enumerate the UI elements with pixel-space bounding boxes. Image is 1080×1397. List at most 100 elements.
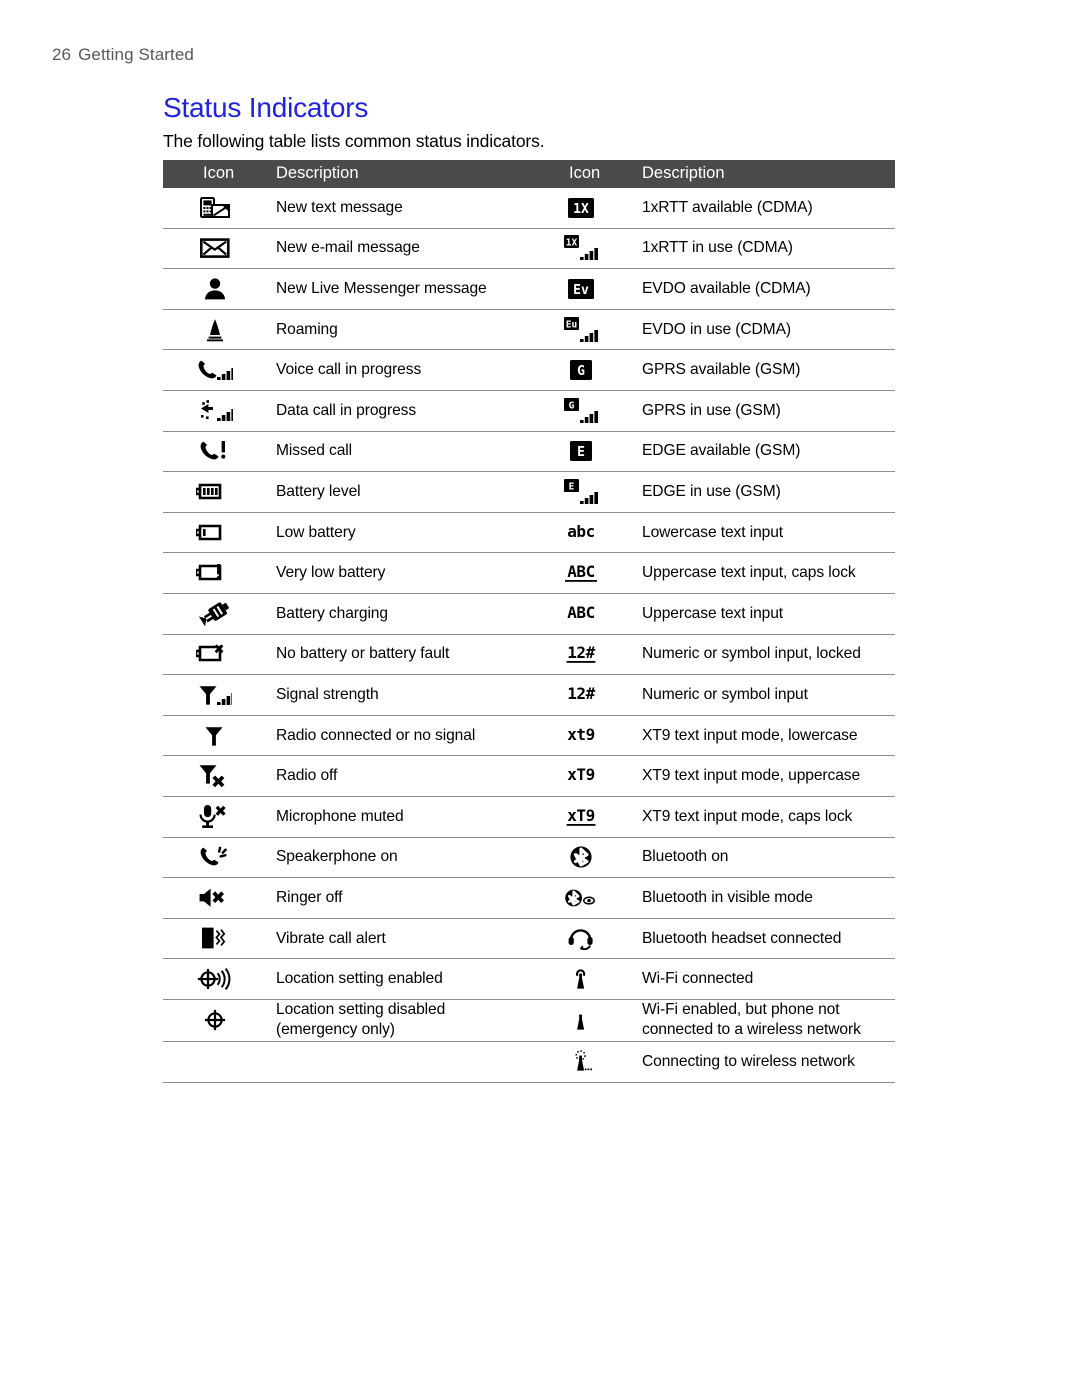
description-cell-right: 1xRTT available (CDMA) [632, 188, 895, 229]
icon-cell-right: 12# [529, 674, 632, 716]
description-cell-left: New e-mail message [266, 228, 529, 270]
icon-cell-right: G [529, 390, 632, 432]
location-enabled-icon [163, 959, 266, 999]
table-row: Missed call E EDGE available (GSM) [163, 431, 895, 473]
indicator-description: Numeric or symbol input, locked [642, 645, 861, 663]
battery-charging-icon [163, 594, 266, 634]
indicator-description: XT9 text input mode, uppercase [642, 767, 861, 785]
column-header-icon-right: Icon [529, 160, 632, 188]
data-call-in-progress-icon [163, 391, 266, 431]
bluetooth-visible-icon [529, 878, 632, 918]
microphone-muted-icon [163, 797, 266, 837]
evdo-available-icon: Ev [529, 269, 632, 309]
description-cell-left: Location setting disabled (emergency onl… [266, 999, 529, 1043]
table-row: Signal strength 12# Numeric or symbol inpu… [163, 674, 895, 716]
column-header-icon-left: Icon [163, 160, 266, 188]
icon-cell-right: xT9 [529, 755, 632, 797]
evdo-in-use-icon: Eu [529, 310, 632, 350]
bluetooth-headset-icon [529, 919, 632, 959]
icon-cell-right [529, 877, 632, 919]
running-header: 26 Getting Started [52, 45, 194, 65]
description-cell-left: Missed call [266, 431, 529, 473]
status-indicators-table: Icon Description Icon Description New te… [163, 160, 895, 1083]
edge-available-icon: E [529, 432, 632, 472]
indicator-description: EVDO in use (CDMA) [642, 320, 791, 338]
indicator-description: Location setting disabled (emergency onl… [276, 1000, 446, 1039]
indicator-description: Connecting to wireless network [642, 1052, 855, 1070]
intro-text: The following table lists common status … [163, 131, 545, 151]
table-row: Data call in progress G GPRS in use (GSM) [163, 390, 895, 432]
description-cell-right: Numeric or symbol input, locked [632, 634, 895, 676]
table-header-row: Icon Description Icon Description [163, 160, 895, 188]
description-cell-right: GPRS in use (GSM) [632, 390, 895, 432]
description-cell-right: Uppercase text input, caps lock [632, 552, 895, 594]
indicator-description: Bluetooth on [642, 848, 729, 866]
indicator-description: Bluetooth headset connected [642, 929, 842, 947]
table-row: New e-mail message 1X 1xRTT in use (CDMA) [163, 228, 895, 270]
icon-cell-left [163, 349, 266, 391]
icon-cell-right: G [529, 349, 632, 391]
description-cell-right: GPRS available (GSM) [632, 349, 895, 391]
icon-cell-right: xT9 [529, 796, 632, 838]
description-cell-left: Signal strength [266, 674, 529, 716]
icon-cell-left [163, 958, 266, 1000]
indicator-description: Voice call in progress [276, 361, 422, 379]
edge-in-use-icon: E [529, 472, 632, 512]
description-cell-left [266, 1041, 529, 1083]
indicator-description: EDGE available (GSM) [642, 442, 801, 460]
svg-text:ABC: ABC [567, 562, 594, 581]
svg-text:1X: 1X [565, 238, 577, 249]
indicator-description: Signal strength [276, 685, 379, 703]
description-cell-right: Wi-Fi enabled, but phone not connected t… [632, 999, 895, 1043]
new-live-messenger-message-icon [163, 269, 266, 309]
description-cell-right: Bluetooth on [632, 837, 895, 879]
gprs-available-icon: G [529, 350, 632, 390]
description-cell-right: Bluetooth in visible mode [632, 877, 895, 919]
description-cell-left: New Live Messenger message [266, 268, 529, 310]
description-cell-right: EDGE available (GSM) [632, 431, 895, 473]
description-cell-right: XT9 text input mode, caps lock [632, 796, 895, 838]
icon-cell-right: E [529, 431, 632, 473]
indicator-description: Wi-Fi enabled, but phone not connected t… [642, 1000, 861, 1039]
uppercase-text-input-icon: ABC [529, 594, 632, 634]
description-cell-left: Battery level [266, 471, 529, 513]
icon-cell-left [163, 309, 266, 351]
very-low-battery-icon [163, 553, 266, 593]
icon-cell-right: 1X [529, 188, 632, 229]
description-cell-left: Location setting enabled [266, 958, 529, 1000]
indicator-description: 1xRTT available (CDMA) [642, 198, 813, 216]
indicator-description: Vibrate call alert [276, 929, 386, 947]
icon-cell-left [163, 755, 266, 797]
indicator-description: Radio connected or no signal [276, 726, 476, 744]
svg-text:E: E [577, 445, 585, 460]
indicator-description: Uppercase text input, caps lock [642, 564, 856, 582]
icon-cell-right [529, 999, 632, 1043]
description-cell-left: Microphone muted [266, 796, 529, 838]
description-cell-right: Lowercase text input [632, 512, 895, 554]
description-cell-right: Numeric or symbol input [632, 674, 895, 716]
svg-text:1X: 1X [573, 202, 589, 217]
indicator-description: Missed call [276, 442, 353, 460]
icon-cell-right: ABC [529, 552, 632, 594]
indicator-description: Location setting enabled [276, 970, 443, 988]
description-cell-right: Uppercase text input [632, 593, 895, 635]
icon-cell-left [163, 552, 266, 594]
table-row: Radio off xT9 XT9 text input mode, upperca… [163, 755, 895, 797]
indicator-description: Microphone muted [276, 807, 404, 825]
lowercase-text-input-icon: abc [529, 513, 632, 553]
table-row: Radio connected or no signal xt9 XT9 text … [163, 715, 895, 757]
indicator-description: Ringer off [276, 888, 343, 906]
svg-text:xt9: xt9 [567, 725, 594, 744]
uppercase-caps-lock-icon: ABC [529, 553, 632, 593]
indicator-description: Battery level [276, 482, 361, 500]
radio-off-icon [163, 756, 266, 796]
description-cell-left: No battery or battery fault [266, 634, 529, 676]
signal-strength-icon [163, 675, 266, 715]
description-cell-left: Low battery [266, 512, 529, 554]
table-body: New text message 1X 1xRTT available (CDMA)… [163, 188, 895, 1083]
icon-cell-left [163, 918, 266, 960]
indicator-description: No battery or battery fault [276, 645, 450, 663]
icon-cell-right: ABC [529, 593, 632, 635]
table-row: Microphone muted xT9 XT9 text input mode, … [163, 796, 895, 838]
description-cell-right: 1xRTT in use (CDMA) [632, 228, 895, 270]
